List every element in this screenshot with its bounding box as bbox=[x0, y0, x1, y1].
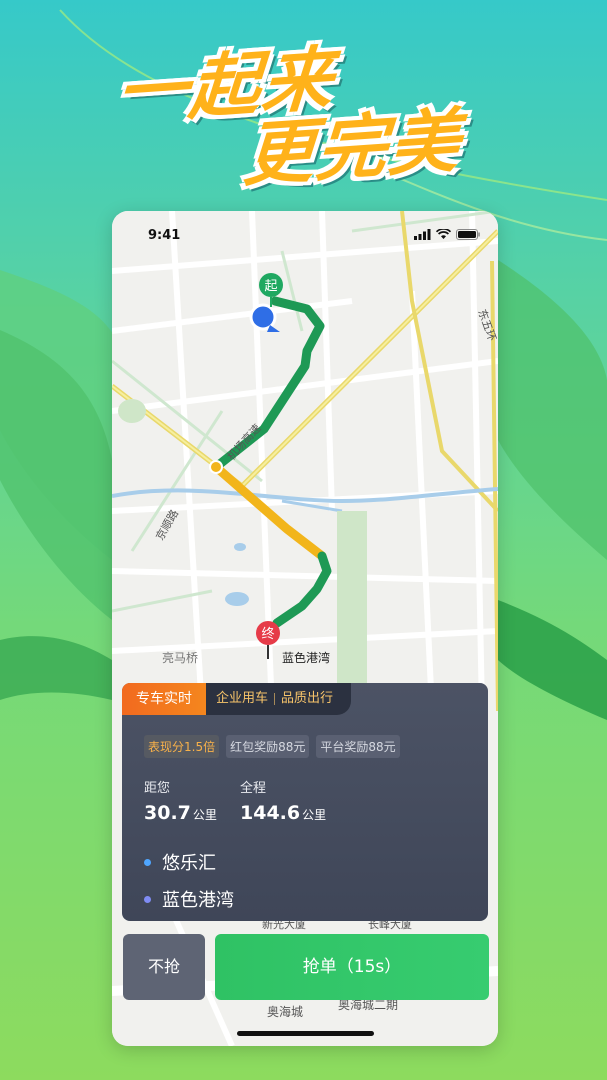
total-distance: 全程 144.6 公里 bbox=[240, 777, 326, 824]
pickup-address: 悠乐汇 bbox=[144, 849, 216, 875]
status-time: 9:41 bbox=[148, 228, 181, 243]
total-distance-value: 144.6 bbox=[240, 802, 301, 824]
platform-reward-badge: 平台奖励88元 bbox=[316, 735, 400, 758]
headline: 一起来 更完美 bbox=[0, 0, 607, 200]
dropoff-address: 蓝色港湾 bbox=[144, 886, 234, 912]
distance-unit: 公里 bbox=[192, 808, 217, 822]
phone-screen: 起 终 蓝色港湾 机场高速 京顺路 东五环 亮马桥 奥海城 奥海城二期 新光大厦… bbox=[112, 211, 498, 1046]
total-distance-label: 全程 bbox=[240, 781, 267, 796]
road-label: 奥海城 bbox=[267, 1004, 303, 1019]
pickup-text: 悠乐汇 bbox=[162, 853, 216, 874]
home-indicator[interactable] bbox=[237, 1031, 374, 1036]
dropoff-dot-icon bbox=[144, 895, 151, 903]
score-badge: 表现分1.5倍 bbox=[144, 735, 220, 758]
destination-label: 蓝色港湾 bbox=[282, 650, 330, 665]
tab-enterprise[interactable]: 企业用车 bbox=[216, 683, 268, 715]
distance-to-you-value: 30.7 bbox=[144, 802, 191, 824]
end-marker-label: 终 bbox=[261, 626, 274, 642]
service-tags: 企业用车 品质出行 bbox=[206, 683, 352, 715]
tab-realtime[interactable]: 专车实时 bbox=[122, 683, 206, 715]
order-panel: 专车实时 企业用车 品质出行 表现分1.5倍 红包奖励88元 平台奖励88元 距… bbox=[122, 683, 488, 921]
tab-quality[interactable]: 品质出行 bbox=[281, 683, 333, 715]
order-tabs: 专车实时 企业用车 品质出行 bbox=[122, 683, 352, 715]
start-marker-label: 起 bbox=[264, 279, 277, 294]
grab-order-button[interactable]: 抢单（15s） bbox=[215, 934, 489, 1000]
status-bar: 9:41 bbox=[112, 211, 498, 251]
red-packet-badge: 红包奖励88元 bbox=[226, 735, 310, 758]
dropoff-text: 蓝色港湾 bbox=[162, 890, 234, 911]
wifi-icon bbox=[436, 229, 451, 239]
headline-line-2: 更完美 bbox=[240, 99, 465, 197]
road-label: 亮马桥 bbox=[162, 650, 198, 665]
skip-button[interactable]: 不抢 bbox=[123, 934, 205, 1000]
distance-to-you-label: 距您 bbox=[144, 781, 171, 796]
distance-unit: 公里 bbox=[302, 808, 327, 822]
pickup-dot-icon bbox=[144, 858, 151, 866]
battery-icon bbox=[456, 229, 480, 240]
tab-divider bbox=[274, 693, 276, 705]
reward-badges: 表现分1.5倍 红包奖励88元 平台奖励88元 bbox=[144, 735, 400, 758]
signal-icon bbox=[414, 229, 431, 240]
distance-to-you: 距您 30.7 公里 bbox=[144, 777, 217, 824]
